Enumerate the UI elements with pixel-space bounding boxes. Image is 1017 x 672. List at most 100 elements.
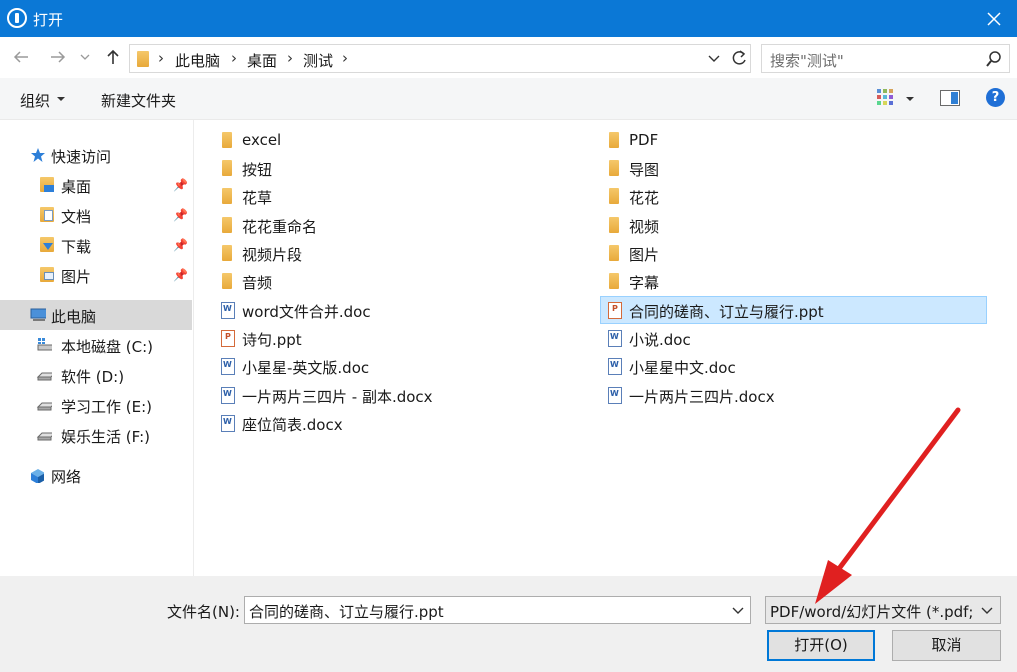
list-item[interactable]: 音频 [220, 268, 580, 295]
documents-folder-icon [40, 207, 56, 223]
list-item[interactable]: 小星星中文.doc [607, 353, 987, 380]
address-row: › 此电脑 › 桌面 › 测试 › 搜索"测试" [0, 37, 1017, 78]
chevron-down-icon [57, 97, 65, 101]
file-type-value: PDF/word/幻灯片文件 (*.pdf; [770, 603, 974, 621]
list-item-selected[interactable]: 合同的磋商、订立与履行.ppt [600, 296, 987, 324]
list-item[interactable]: word文件合并.doc [220, 297, 580, 324]
downloads-folder-icon [40, 237, 56, 253]
chevron-down-icon [80, 54, 90, 60]
nav-label: 快速访问 [51, 148, 112, 166]
list-item[interactable]: 视频片段 [220, 240, 580, 267]
address-bar[interactable]: › 此电脑 › 桌面 › 测试 › [129, 44, 751, 73]
help-icon[interactable]: ? [986, 88, 1005, 107]
filename-value: 合同的磋商、订立与履行.ppt [249, 603, 444, 621]
title-bar: 打开 [0, 0, 1017, 37]
list-item[interactable]: 一片两片三四片 - 副本.docx [220, 382, 580, 409]
nav-label: 软件 (D:) [61, 368, 125, 386]
close-icon [987, 12, 1001, 26]
breadcrumb-separator: › [287, 49, 293, 67]
list-item[interactable]: 按钮 [220, 155, 580, 182]
nav-label: 桌面 [61, 178, 92, 196]
file-type-select[interactable]: PDF/word/幻灯片文件 (*.pdf; [765, 596, 1001, 624]
new-folder-button[interactable]: 新建文件夹 [101, 90, 176, 111]
nav-label: 网络 [51, 468, 82, 486]
back-button[interactable] [11, 47, 31, 67]
folder-icon [220, 188, 236, 205]
up-button[interactable] [103, 47, 123, 67]
organize-button[interactable]: 组织 [20, 90, 50, 111]
nav-label: 文档 [61, 208, 92, 226]
nav-item-documents[interactable]: 文档 📌 [0, 200, 192, 230]
list-item[interactable]: 小说.doc [607, 325, 987, 352]
chevron-down-icon[interactable] [906, 97, 914, 101]
grid-view-icon [877, 89, 893, 105]
chevron-down-icon[interactable] [708, 54, 720, 64]
breadcrumb-test[interactable]: 测试 [303, 50, 333, 71]
list-item[interactable]: 花花重命名 [220, 212, 580, 239]
folder-icon [220, 160, 236, 177]
list-item[interactable]: 图片 [607, 240, 987, 267]
dialog-footer: 文件名(N): 合同的磋商、订立与履行.ppt PDF/word/幻灯片文件 (… [0, 576, 1017, 672]
forward-button[interactable] [48, 47, 68, 67]
powerpoint-file-icon [607, 302, 623, 319]
search-input[interactable]: 搜索"测试" [761, 44, 1010, 73]
list-item[interactable]: PDF [607, 127, 987, 154]
pictures-folder-icon [40, 267, 56, 283]
list-item[interactable]: 小星星-英文版.doc [220, 353, 580, 380]
folder-icon [607, 188, 623, 205]
nav-item-this-pc[interactable]: 此电脑 [0, 300, 192, 330]
folder-icon [607, 273, 623, 290]
chevron-down-icon[interactable] [732, 606, 744, 616]
nav-item-network[interactable]: 网络 [0, 460, 192, 490]
preview-pane-button[interactable] [940, 90, 960, 106]
list-item[interactable]: excel [220, 127, 580, 154]
desktop-folder-icon [40, 177, 56, 193]
nav-item-desktop[interactable]: 桌面 📌 [0, 170, 192, 200]
nav-item-drive-d[interactable]: 软件 (D:) [0, 360, 192, 390]
nav-label: 本地磁盘 (C:) [61, 338, 153, 356]
nav-item-drive-f[interactable]: 娱乐生活 (F:) [0, 420, 192, 450]
up-arrow-icon [107, 49, 119, 64]
filename-label: 文件名(N): [167, 603, 240, 621]
open-button[interactable]: 打开(O) [767, 630, 875, 661]
word-document-icon [220, 415, 236, 432]
nav-item-pictures[interactable]: 图片 📌 [0, 260, 192, 290]
folder-icon [607, 217, 623, 234]
list-item[interactable]: 花花 [607, 183, 987, 210]
file-type-dropdown[interactable] [978, 601, 996, 619]
close-button[interactable] [971, 0, 1017, 37]
breadcrumb-desktop[interactable]: 桌面 [247, 50, 277, 71]
filename-input[interactable]: 合同的磋商、订立与履行.ppt [244, 596, 751, 624]
nav-item-drive-e[interactable]: 学习工作 (E:) [0, 390, 192, 420]
powerpoint-file-icon [220, 330, 236, 347]
recent-locations-button[interactable] [79, 47, 91, 67]
word-document-icon [220, 387, 236, 404]
nav-item-downloads[interactable]: 下载 📌 [0, 230, 192, 260]
folder-icon [137, 51, 149, 67]
forward-arrow-icon [51, 51, 66, 63]
chevron-down-icon [981, 607, 993, 614]
cancel-button[interactable]: 取消 [892, 630, 1001, 661]
nav-item-drive-c[interactable]: 本地磁盘 (C:) [0, 330, 192, 360]
list-item[interactable]: 座位简表.docx [220, 410, 580, 437]
breadcrumb-separator: › [158, 49, 164, 67]
network-icon [31, 469, 44, 483]
nav-label: 学习工作 (E:) [61, 398, 153, 416]
list-item[interactable]: 导图 [607, 155, 987, 182]
folder-icon [607, 132, 623, 149]
folder-icon [220, 217, 236, 234]
list-item[interactable]: 诗句.ppt [220, 325, 580, 352]
folder-icon [220, 245, 236, 262]
refresh-button[interactable] [727, 45, 751, 72]
breadcrumb-separator: › [342, 49, 348, 67]
view-options-button[interactable] [876, 88, 894, 106]
nav-label: 此电脑 [51, 308, 97, 326]
breadcrumb-this-pc[interactable]: 此电脑 [175, 50, 220, 71]
list-item[interactable]: 一片两片三四片.docx [607, 382, 987, 409]
nav-quick-access[interactable]: 快速访问 [0, 140, 192, 170]
file-list: excel 按钮 花草 花花重命名 视频片段 音频 word文件合并.doc 诗… [195, 120, 1017, 576]
search-icon [986, 51, 1001, 67]
list-item[interactable]: 视频 [607, 212, 987, 239]
list-item[interactable]: 字幕 [607, 268, 987, 295]
list-item[interactable]: 花草 [220, 183, 580, 210]
